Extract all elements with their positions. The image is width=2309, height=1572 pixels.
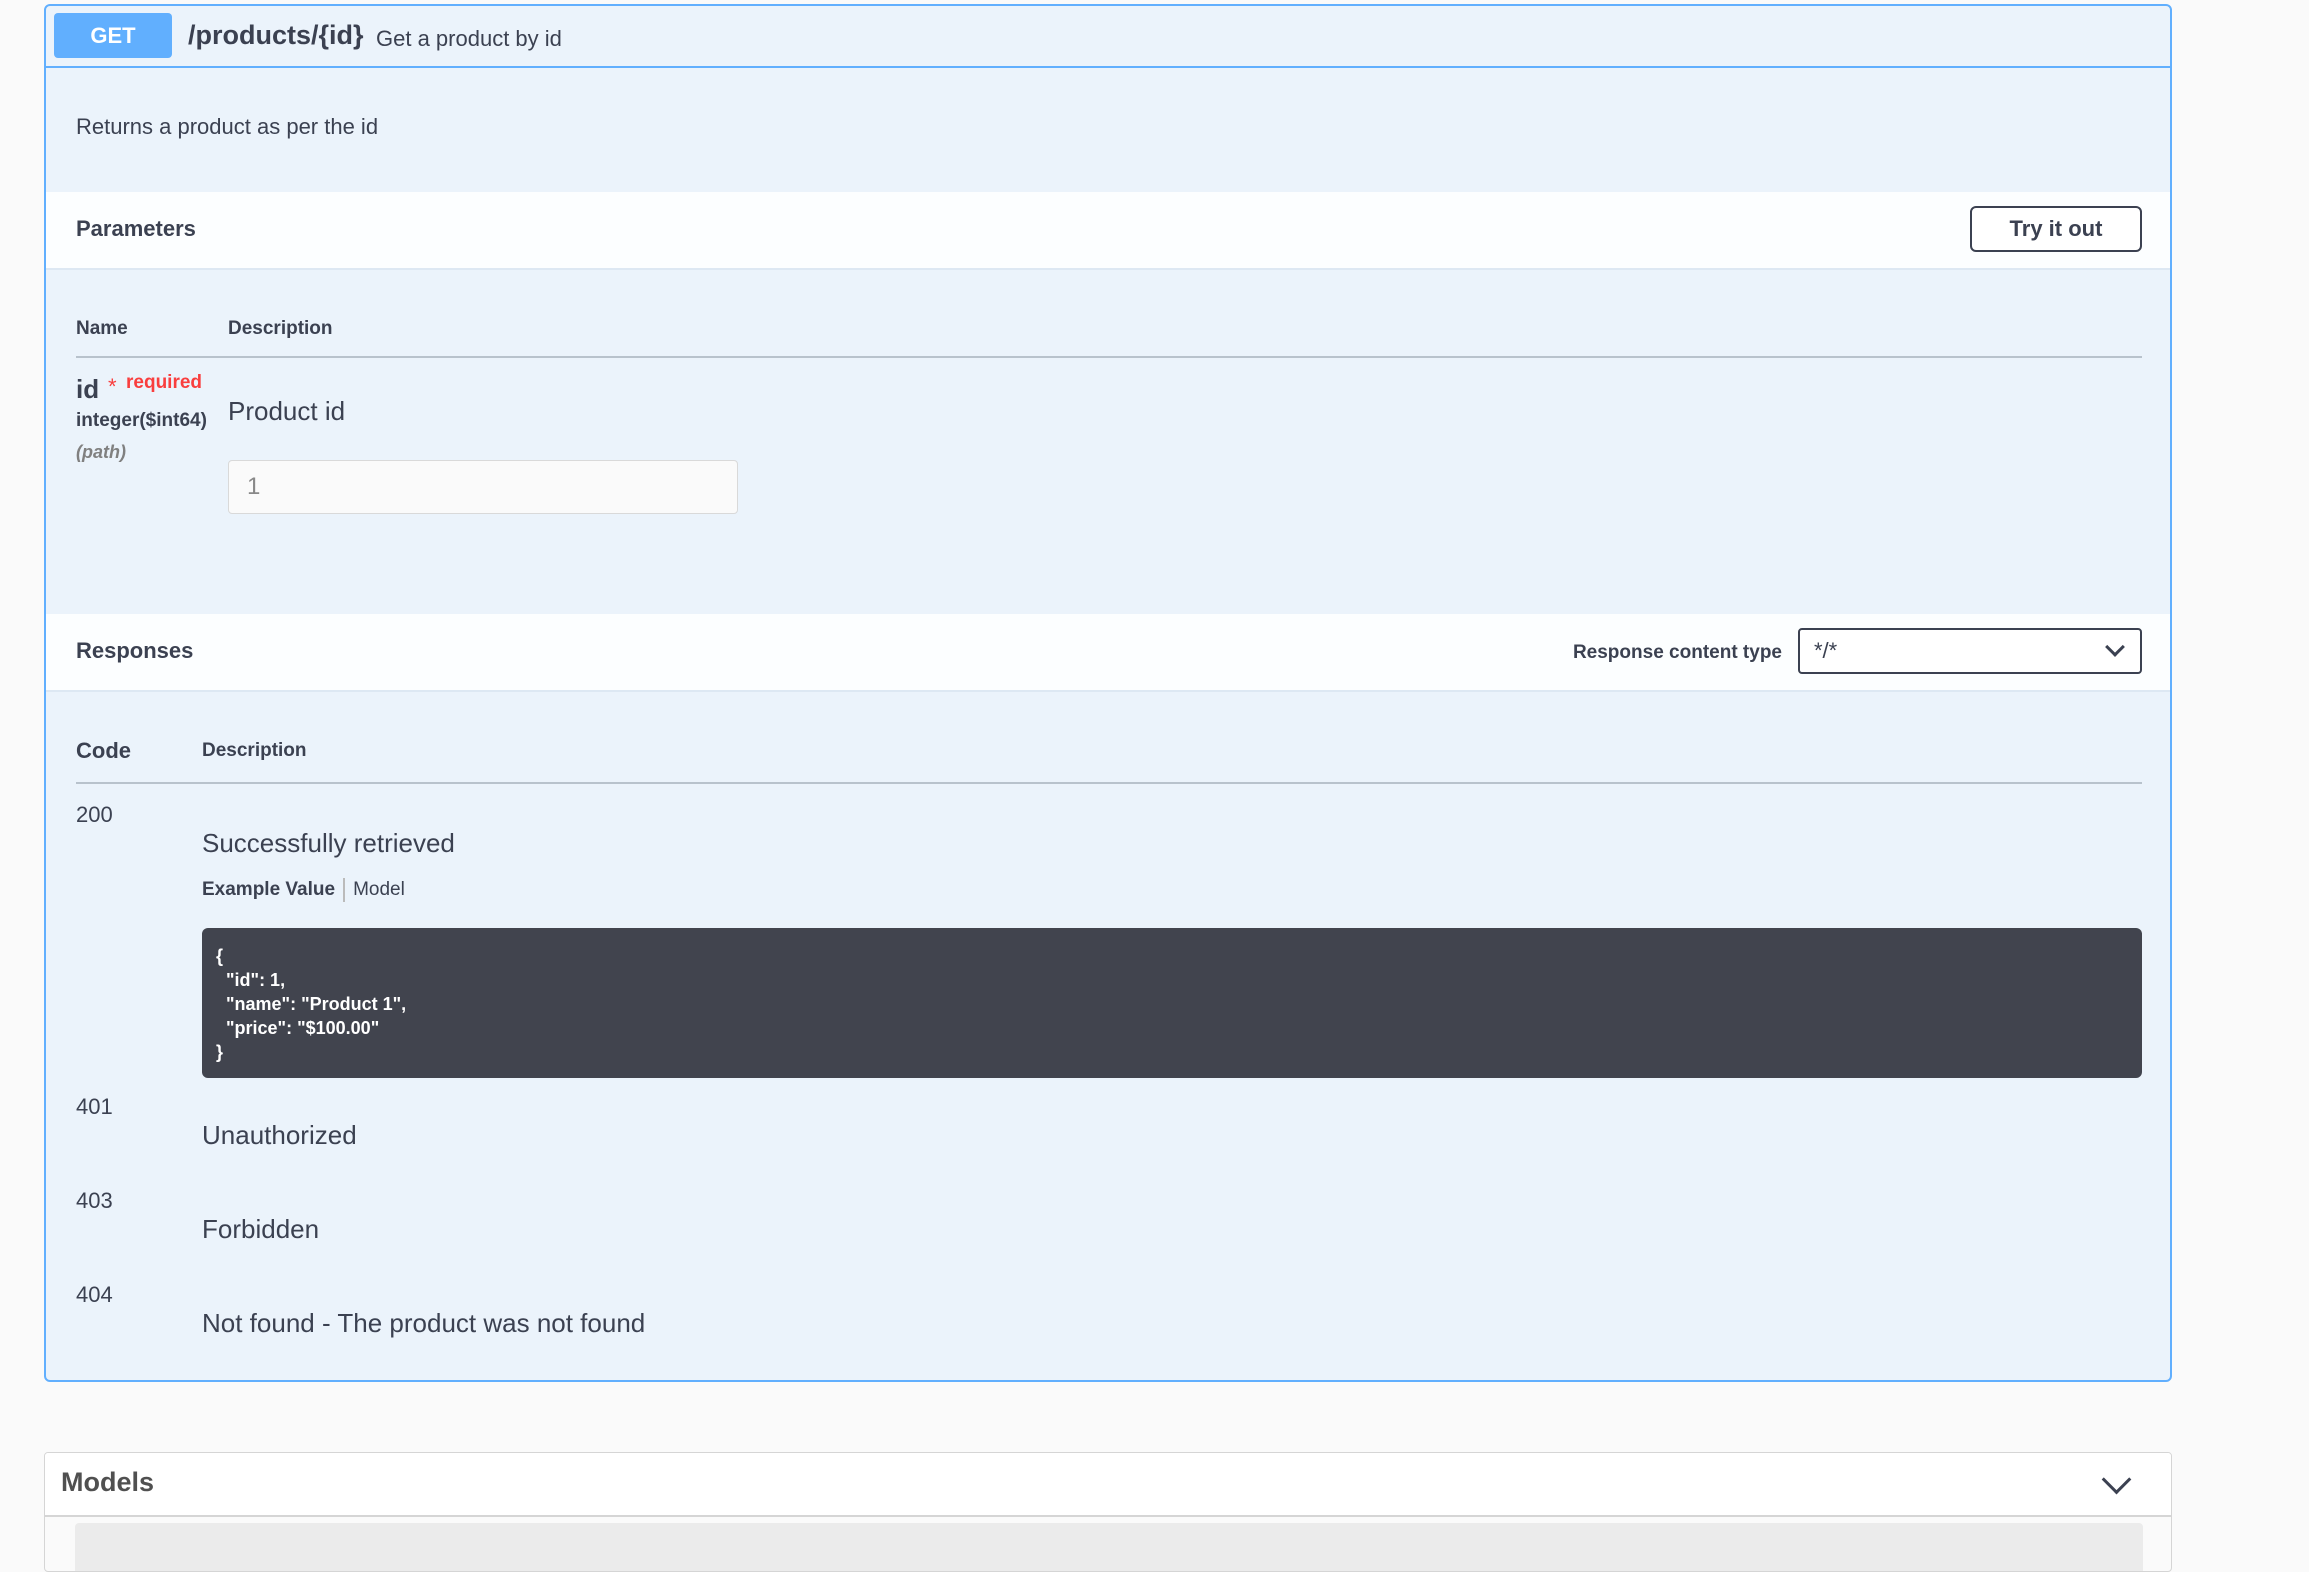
models-container	[75, 1523, 2143, 1571]
response-code-403: 403	[76, 1188, 113, 1213]
resp-col-description: Description	[202, 740, 307, 761]
response-code-404: 404	[76, 1282, 113, 1307]
id-input[interactable]	[228, 460, 738, 514]
content-type-value: */*	[1814, 638, 1838, 663]
responses-header: Responses Response content type */*	[46, 614, 2170, 692]
responses-table: Code Description 200 Successfully retrie…	[46, 692, 2170, 1380]
param-location: (path)	[76, 442, 126, 462]
response-code-401: 401	[76, 1094, 113, 1119]
resp-col-code: Code	[76, 738, 131, 763]
param-header-divider	[76, 356, 2142, 358]
param-col-description: Description	[228, 318, 333, 339]
response-desc-401: Unauthorized	[202, 1120, 357, 1150]
response-desc-200: Successfully retrieved	[202, 828, 455, 858]
example-tabs: Example Value Model	[202, 878, 405, 902]
resp-header-divider	[76, 782, 2142, 784]
required-label: required	[126, 372, 203, 393]
method-badge: GET	[54, 13, 172, 58]
try-it-out-button[interactable]: Try it out	[1970, 206, 2142, 252]
param-description: Product id	[228, 396, 346, 426]
example-json: { "id": 1, "name": "Product 1", "price":…	[202, 928, 2142, 1078]
response-desc-403: Forbidden	[202, 1214, 320, 1244]
param-name: id	[76, 374, 100, 404]
example-value-tab[interactable]: Example Value	[202, 879, 335, 901]
operation-summary-text: Get a product by id	[376, 26, 562, 51]
response-desc-404: Not found - The product was not found	[202, 1308, 646, 1338]
parameters-header: Parameters Try it out	[46, 192, 2170, 270]
operation-description: Returns a product as per the id	[46, 68, 2170, 192]
param-type: integer($int64)	[76, 410, 207, 431]
operation-summary[interactable]: GET /products/{id} Get a product by id	[46, 6, 2170, 68]
model-tab[interactable]: Model	[353, 879, 405, 901]
response-content-type-select[interactable]: */*	[1798, 628, 2142, 674]
parameters-table: Name Description id * required integer($…	[46, 270, 2170, 614]
required-star: *	[108, 374, 117, 399]
response-content-type-label: Response content type	[1572, 642, 1782, 663]
operation-path: /products/{id}	[188, 20, 364, 50]
models-title: Models	[61, 1467, 155, 1497]
models-header[interactable]: Models	[45, 1453, 2171, 1517]
tab-divider	[343, 878, 346, 902]
description-text: Returns a product as per the id	[76, 114, 379, 139]
chevron-down-icon[interactable]	[2101, 1464, 2132, 1495]
models-section: Models	[44, 1452, 2172, 1572]
parameters-title: Parameters	[76, 216, 196, 241]
operation-block-get-product: GET /products/{id} Get a product by id R…	[44, 4, 2172, 1382]
response-code-200: 200	[76, 802, 113, 827]
param-col-name: Name	[76, 318, 128, 339]
responses-title: Responses	[76, 638, 194, 663]
chevron-down-icon	[2105, 637, 2125, 657]
